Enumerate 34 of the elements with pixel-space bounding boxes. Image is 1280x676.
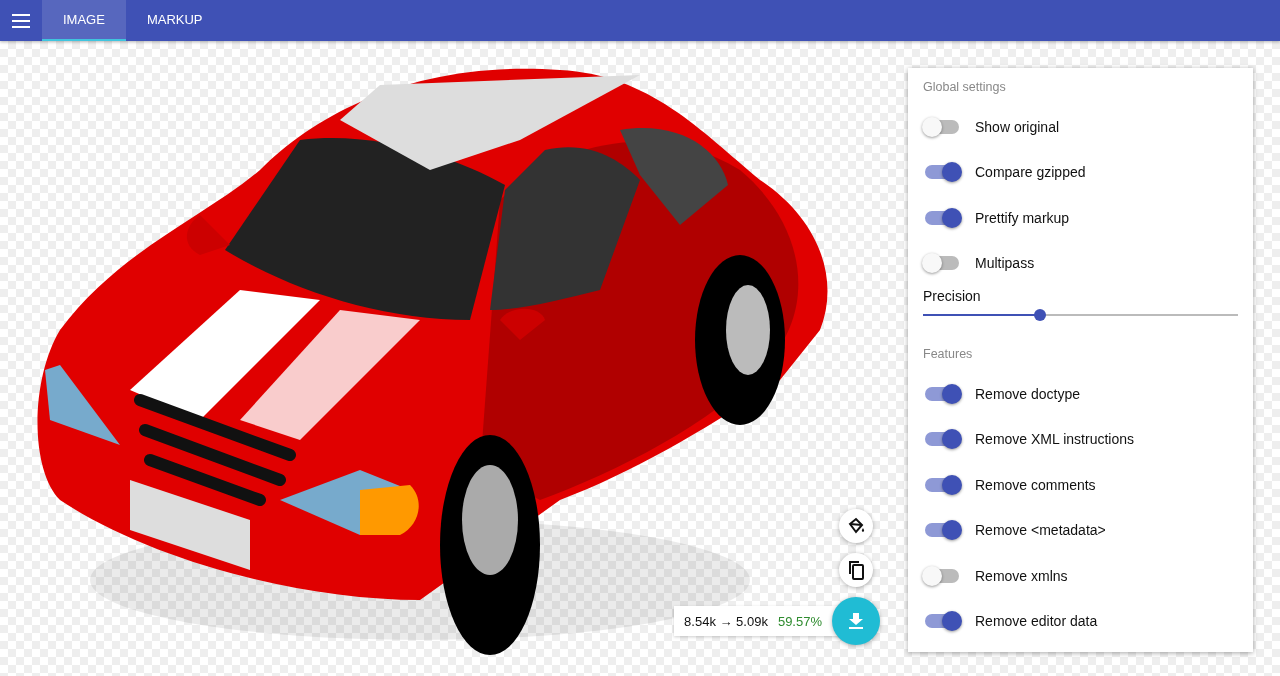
download-icon [849,613,863,629]
toggle-switch[interactable] [925,165,959,180]
section-heading: Features [923,347,974,361]
setting-label: Prettify markup [975,209,1070,226]
toggle-switch[interactable] [925,432,959,447]
setting-label: Show original [975,118,1060,135]
setting-label: Remove comments [975,476,1096,493]
setting-label: Remove xmlns [975,567,1068,584]
setting-label: Remove <metadata> [975,522,1106,539]
menu-icon [12,13,30,28]
copy-icon [847,560,865,580]
toggle-switch[interactable] [925,119,959,134]
precision-label: Precision [923,288,982,304]
toggle-switch[interactable] [925,477,959,492]
toggle-switch[interactable] [925,568,959,583]
toggle-switch[interactable] [925,386,959,401]
setting-label: Multipass [975,255,1035,272]
toggle-switch[interactable] [925,256,959,271]
toggle-switch[interactable] [925,614,959,629]
setting-label: Compare gzipped [975,164,1086,181]
saving-percent: 59.57% [777,613,822,629]
toggle-switch[interactable] [925,523,959,538]
copy-button[interactable] [839,553,873,587]
file-sizes: 8.54k → 5.09k [684,613,768,629]
toggle-switch[interactable] [925,210,959,225]
paint-bucket-icon [846,516,866,536]
tab[interactable]: MARKUP [125,0,224,41]
setting-label: Remove doctype [975,385,1081,402]
precision-slider[interactable] [923,309,1238,321]
paint-bucket-button[interactable] [839,509,873,543]
section-heading: Global settings [923,80,1007,94]
setting-label: Remove XML instructions [975,431,1134,448]
tab[interactable]: IMAGE [42,0,126,41]
setting-label: Remove editor data [975,613,1098,630]
